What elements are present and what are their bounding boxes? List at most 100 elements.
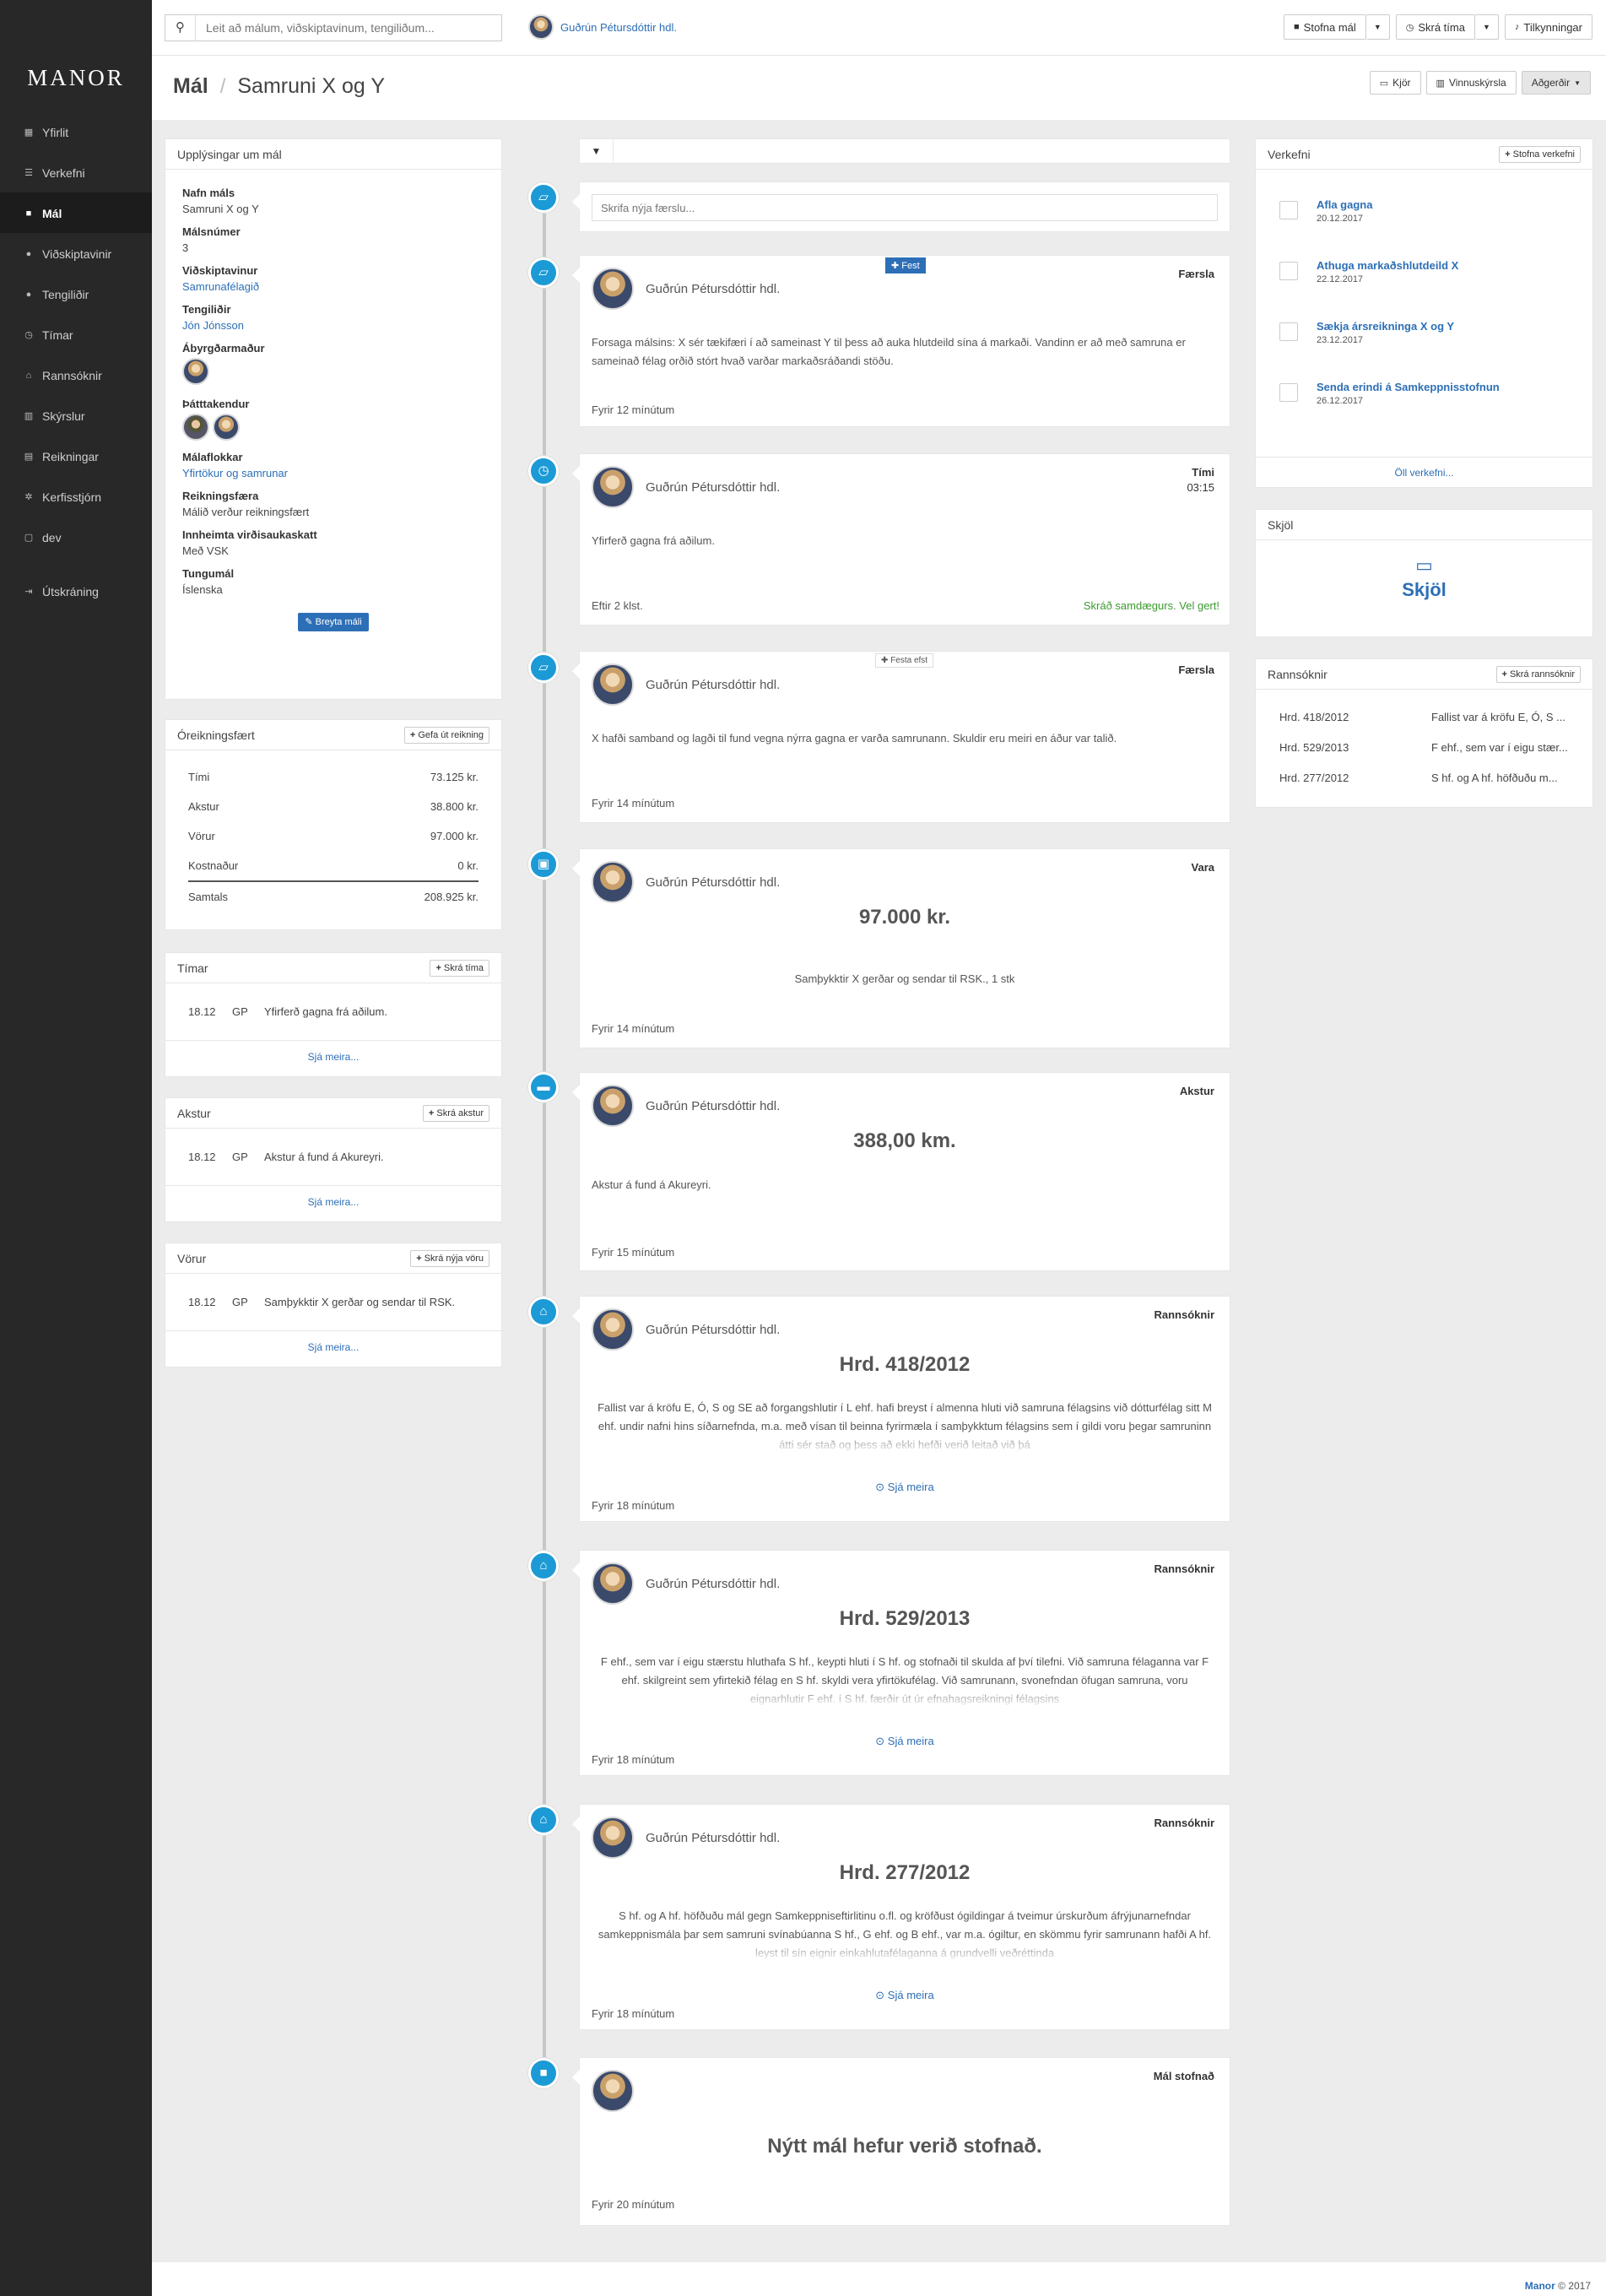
client-link[interactable]: Samrunafélagið xyxy=(182,280,259,293)
participant-avatar[interactable] xyxy=(182,414,209,441)
list-item[interactable]: 18.12 GP Yfirferð gagna frá aðilum. xyxy=(165,983,501,1041)
list-item[interactable]: 18.12 GP Samþykktir X gerðar og sendar til… xyxy=(165,1274,501,1331)
plus-icon: + xyxy=(409,729,416,740)
responsible-avatar[interactable] xyxy=(182,358,209,385)
entry-author xyxy=(592,2070,646,2112)
new-task-button[interactable]: + Stofna verkefni xyxy=(1499,145,1581,163)
sidebar-item-clock[interactable]: ◷ Tímar xyxy=(0,314,152,355)
task-checkbox[interactable] xyxy=(1279,201,1298,219)
author-name: Guðrún Pétursdóttir hdl. xyxy=(646,479,781,495)
log-research-button[interactable]: + Skrá rannsóknir xyxy=(1495,665,1581,683)
notifications-button[interactable]: ♪ Tilkynningar xyxy=(1504,14,1592,40)
see-more-button[interactable]: ⊙ Sjá meira xyxy=(580,1989,1230,2002)
goods-header: Vörur + Skrá nýja vöru xyxy=(165,1243,501,1274)
entry-type: Tími 03:15 xyxy=(1187,466,1214,494)
sidebar-item-label: dev xyxy=(42,530,62,544)
entry-time: Eftir 2 klst. xyxy=(592,599,643,612)
task-checkbox[interactable] xyxy=(1279,322,1298,341)
edit-case-button[interactable]: ✎ Breyta máli xyxy=(298,613,369,631)
author-avatar xyxy=(592,861,634,903)
task-name[interactable]: Sækja ársreikninga X og Y xyxy=(1317,320,1454,333)
sidebar-item-folder[interactable]: ■ Mál xyxy=(0,192,152,233)
task-checkbox[interactable] xyxy=(1279,262,1298,280)
sidebar-item-chart[interactable]: ▥ Skýrslur xyxy=(0,395,152,436)
see-more-link[interactable]: Sjá meira... xyxy=(165,1186,501,1218)
documents-link[interactable]: ▭ Skjöl xyxy=(1256,540,1592,601)
breadcrumb-section[interactable]: Mál xyxy=(173,74,208,99)
sidebar-item-bank[interactable]: ⌂ Rannsóknir xyxy=(0,355,152,395)
gear-icon: ✲ xyxy=(24,492,33,502)
contact-link[interactable]: Jón Jónsson xyxy=(182,319,244,332)
sidebar-item-tasks[interactable]: ☰ Verkefni xyxy=(0,152,152,192)
language-label: Tungumál xyxy=(182,567,235,580)
new-case-dropdown[interactable]: ▼ xyxy=(1365,14,1390,40)
see-more-link[interactable]: Sjá meira... xyxy=(165,1041,501,1073)
actions-dropdown[interactable]: Aðgerðir ▼ xyxy=(1521,71,1591,95)
category-link[interactable]: Yfirtökur og samrunar xyxy=(182,467,288,479)
case-info-title: Upplýsingar um mál xyxy=(177,147,282,161)
list-item[interactable]: 18.12 GP Akstur á fund á Akureyri. xyxy=(165,1129,501,1186)
new-case-button[interactable]: ■ Stofna mál xyxy=(1284,14,1366,40)
task-date: 23.12.2017 xyxy=(1317,335,1364,345)
unbilled-value: 73.125 kr. xyxy=(430,771,479,783)
pin-top-button[interactable]: ✚ Festa efst xyxy=(875,653,934,668)
notifications-label: Tilkynningar xyxy=(1523,20,1582,34)
search-box: ⚲ xyxy=(165,14,502,41)
log-driving-button[interactable]: + Skrá akstur xyxy=(422,1104,489,1122)
sidebar-item-file[interactable]: ▢ dev xyxy=(0,517,152,557)
sidebar-item-gear[interactable]: ✲ Kerfisstjórn xyxy=(0,476,152,517)
footer-brand[interactable]: Manor xyxy=(1525,2280,1555,2292)
sidebar-item-logout[interactable]: ⇥ Útskráning xyxy=(0,571,152,611)
category-label: Málaflokkar xyxy=(182,451,243,463)
sidebar-item-label: Tímar xyxy=(42,328,73,342)
see-more-button[interactable]: ⊙ Sjá meira xyxy=(580,1735,1230,1748)
log-time-button[interactable]: ◷ Skrá tíma xyxy=(1395,14,1475,40)
search-icon[interactable]: ⚲ xyxy=(165,15,196,41)
log-time-dropdown[interactable]: ▼ xyxy=(1474,14,1499,40)
log-time-small-button[interactable]: + Skrá tíma xyxy=(430,959,489,977)
work-report-button[interactable]: ▥ Vinnuskýrsla xyxy=(1425,71,1517,95)
case-number-label: Málsnúmer xyxy=(182,225,241,238)
issue-invoice-button[interactable]: + Gefa út reikning xyxy=(403,726,489,744)
task-checkbox[interactable] xyxy=(1279,383,1298,402)
pinned-badge[interactable]: ✚ Fest xyxy=(885,257,926,273)
driving-header: Akstur + Skrá akstur xyxy=(165,1098,501,1129)
entry-duration: 03:15 xyxy=(1187,481,1214,494)
author-avatar xyxy=(592,1562,634,1605)
sidebar-item-label: Tengiliðir xyxy=(42,287,89,301)
unbilled-total-value: 208.925 kr. xyxy=(424,890,479,903)
task-name[interactable]: Afla gagna xyxy=(1317,198,1372,211)
terms-button[interactable]: ▭ Kjör xyxy=(1369,71,1421,95)
new-entry-input[interactable] xyxy=(592,194,1218,221)
sidebar-item-label: Útskráning xyxy=(42,584,99,598)
research-case: Hrd. 418/2012 xyxy=(1279,710,1349,723)
new-task-label: Stofna verkefni xyxy=(1512,149,1575,160)
vat-label: Innheimta virðisaukaskatt xyxy=(182,528,317,541)
new-goods-button[interactable]: + Skrá nýja vöru xyxy=(410,1249,489,1267)
task-item: Sækja ársreikninga X og Y 23.12.2017 xyxy=(1256,311,1592,372)
current-user[interactable]: Guðrún Pétursdóttir hdl. xyxy=(528,14,677,40)
search-input[interactable] xyxy=(196,15,501,41)
item-date: 18.12 xyxy=(188,1296,216,1308)
author-avatar xyxy=(592,1817,634,1859)
sidebar-item-invoice[interactable]: ▤ Reikningar xyxy=(0,436,152,476)
see-more-link[interactable]: Sjá meira... xyxy=(165,1331,501,1363)
research-desc: F ehf., sem var í eigu stær... xyxy=(1431,740,1568,754)
item-date: 18.12 xyxy=(188,1005,216,1018)
sidebar-item-user[interactable]: ● Viðskiptavinir xyxy=(0,233,152,273)
task-name[interactable]: Athuga markaðshlutdeild X xyxy=(1317,259,1458,272)
research-item[interactable]: Hrd. 529/2013 F ehf., sem var í eigu stær… xyxy=(1256,732,1592,762)
filter-icon[interactable]: ▼ xyxy=(580,139,614,163)
sidebar-item-dashboard[interactable]: ▦ Yfirlit xyxy=(0,111,152,152)
sidebar-item-users[interactable]: ● Tengiliðir xyxy=(0,273,152,314)
research-item[interactable]: Hrd. 277/2012 S hf. og A hf. höfðuðu m... xyxy=(1256,762,1592,793)
author-avatar xyxy=(592,466,634,508)
entry-author: Guðrún Pétursdóttir hdl. xyxy=(592,466,780,508)
participant-avatar[interactable] xyxy=(213,414,240,441)
see-more-button[interactable]: ⊙ Sjá meira xyxy=(580,1481,1230,1494)
case-name-label: Nafn máls xyxy=(182,187,235,199)
timeline-entry: Guðrún Pétursdóttir hdl. Akstur 388,00 k… xyxy=(572,1072,1230,1271)
all-tasks-link[interactable]: Öll verkefni... xyxy=(1256,457,1592,487)
research-item[interactable]: Hrd. 418/2012 Fallist var á kröfu E, Ó, S… xyxy=(1256,701,1592,732)
task-name[interactable]: Senda erindi á Samkeppnisstofnun xyxy=(1317,381,1500,393)
